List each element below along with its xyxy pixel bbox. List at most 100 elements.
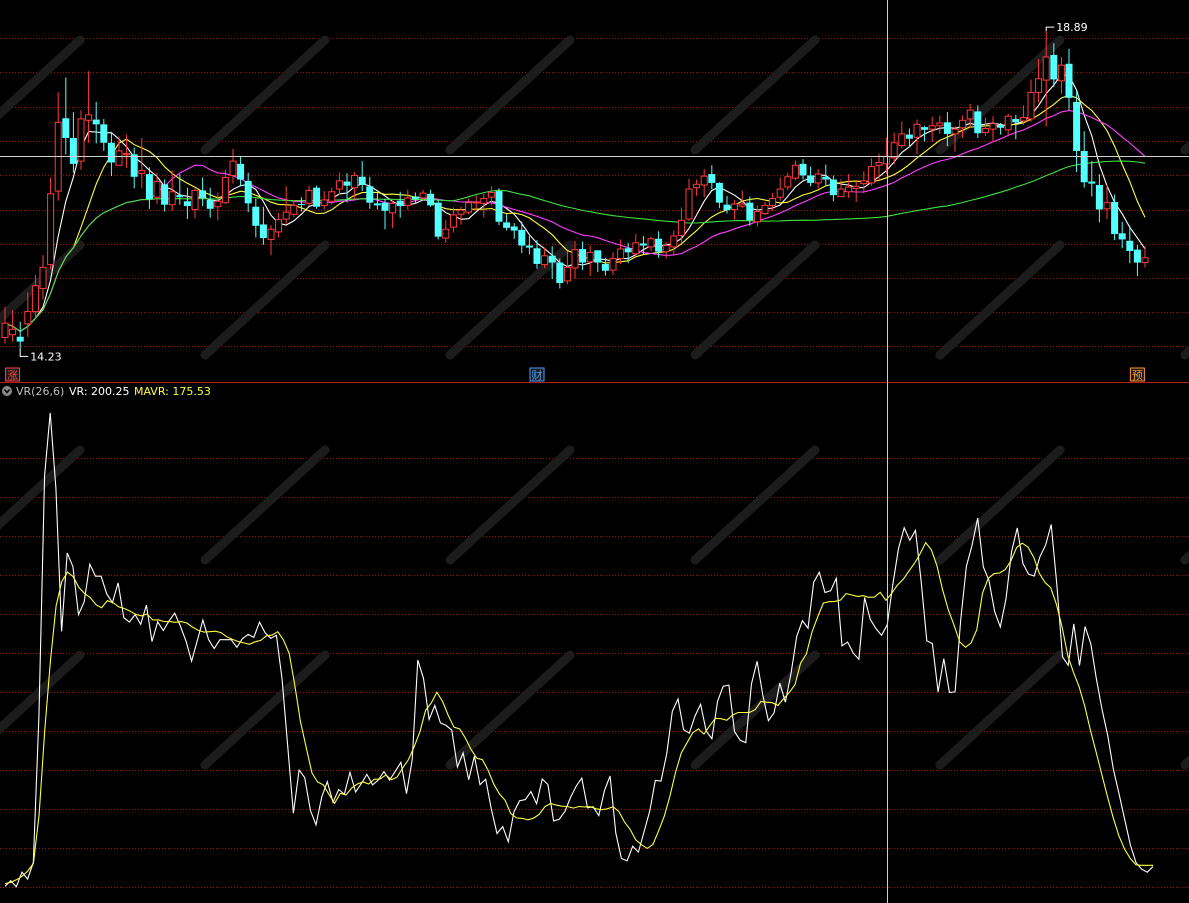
candle[interactable] (867, 158, 875, 186)
candle[interactable] (183, 187, 191, 219)
candle[interactable] (252, 198, 260, 238)
candle[interactable] (77, 110, 85, 170)
candle[interactable] (335, 172, 343, 196)
candle[interactable] (579, 241, 587, 271)
candle[interactable] (305, 185, 313, 207)
candle[interactable] (928, 116, 936, 143)
candle[interactable] (685, 178, 693, 222)
candle[interactable] (290, 199, 298, 217)
candle[interactable] (503, 214, 511, 231)
candle[interactable] (313, 185, 321, 209)
candle[interactable] (259, 206, 267, 245)
candle[interactable] (1027, 79, 1035, 122)
candle[interactable] (389, 200, 397, 228)
candle[interactable] (449, 207, 457, 233)
candle[interactable] (396, 191, 404, 218)
candle[interactable] (913, 119, 921, 155)
candle[interactable] (586, 245, 594, 277)
circle-chevron-down-icon[interactable] (2, 386, 12, 396)
candle[interactable] (776, 177, 784, 201)
candle[interactable] (366, 176, 374, 209)
candle[interactable] (442, 219, 450, 243)
indicator-name[interactable]: VR(26,6) (16, 385, 64, 398)
candle[interactable] (237, 157, 245, 187)
candle[interactable] (267, 225, 275, 256)
candle[interactable] (199, 177, 207, 207)
event-marker[interactable]: 涨 (5, 367, 21, 382)
candle[interactable] (1004, 113, 1012, 135)
candle[interactable] (206, 187, 214, 218)
candle[interactable] (875, 153, 883, 181)
candle[interactable] (791, 160, 799, 181)
candle[interactable] (54, 92, 62, 201)
candle[interactable] (761, 201, 769, 215)
candle[interactable] (100, 118, 108, 151)
candle[interactable] (381, 198, 389, 230)
chart-canvas[interactable]: 18.89 14.23 涨 财 预 VR(26,6) VR: 200.25 MAVR… (0, 0, 1189, 903)
candle[interactable] (693, 179, 701, 196)
candle[interactable] (860, 171, 868, 194)
candle[interactable] (434, 199, 442, 240)
candle[interactable] (275, 212, 283, 238)
candle[interactable] (480, 193, 488, 218)
candle[interactable] (677, 207, 685, 243)
candle[interactable] (647, 236, 655, 251)
candle[interactable] (161, 179, 169, 212)
candle[interactable] (244, 172, 252, 213)
candle[interactable] (594, 250, 602, 273)
candle[interactable] (69, 112, 77, 173)
event-markers[interactable]: 涨财预 (5, 367, 1145, 382)
candle[interactable] (472, 195, 480, 211)
candle[interactable] (624, 242, 632, 264)
candle[interactable] (981, 117, 989, 136)
candle[interactable] (39, 255, 47, 300)
candle[interactable] (1133, 244, 1141, 277)
candle[interactable] (427, 189, 435, 207)
candle[interactable] (191, 188, 199, 219)
candle[interactable] (1057, 56, 1065, 94)
candle[interactable] (1073, 91, 1081, 173)
candle[interactable] (852, 180, 860, 202)
candle[interactable] (708, 165, 716, 190)
candle[interactable] (670, 230, 678, 256)
candle[interactable] (1080, 131, 1088, 188)
candle[interactable] (525, 236, 533, 255)
candle[interactable] (16, 321, 24, 349)
candle[interactable] (510, 223, 518, 239)
candle[interactable] (92, 101, 100, 144)
candle[interactable] (351, 172, 359, 200)
candle[interactable] (47, 177, 55, 270)
candle[interactable] (358, 161, 366, 192)
candle[interactable] (814, 169, 822, 189)
candle[interactable] (746, 196, 754, 226)
candle[interactable] (221, 169, 229, 205)
candle[interactable] (563, 251, 571, 285)
candle[interactable] (548, 246, 556, 279)
candle[interactable] (1141, 246, 1149, 268)
candle[interactable] (62, 77, 70, 155)
candle[interactable] (556, 258, 564, 289)
candle[interactable] (753, 205, 761, 227)
candle[interactable] (107, 131, 115, 177)
candle[interactable] (807, 166, 815, 187)
candle[interactable] (1065, 48, 1073, 111)
candle[interactable] (320, 191, 328, 210)
candle[interactable] (495, 188, 503, 226)
candle[interactable] (632, 233, 640, 256)
candle[interactable] (989, 116, 997, 143)
candle[interactable] (715, 182, 723, 209)
candle[interactable] (609, 252, 617, 275)
candle[interactable] (731, 199, 739, 220)
candlestick-series[interactable] (1, 31, 1149, 349)
candle[interactable] (936, 115, 944, 134)
candle[interactable] (921, 125, 929, 142)
candle[interactable] (138, 137, 146, 189)
candle[interactable] (1111, 194, 1119, 241)
candle[interactable] (145, 167, 153, 209)
candle[interactable] (123, 134, 131, 168)
candle[interactable] (1095, 174, 1103, 223)
event-marker[interactable]: 财 (529, 367, 545, 382)
candle[interactable] (799, 159, 807, 180)
candle[interactable] (700, 169, 708, 198)
event-marker[interactable]: 预 (1129, 367, 1145, 382)
